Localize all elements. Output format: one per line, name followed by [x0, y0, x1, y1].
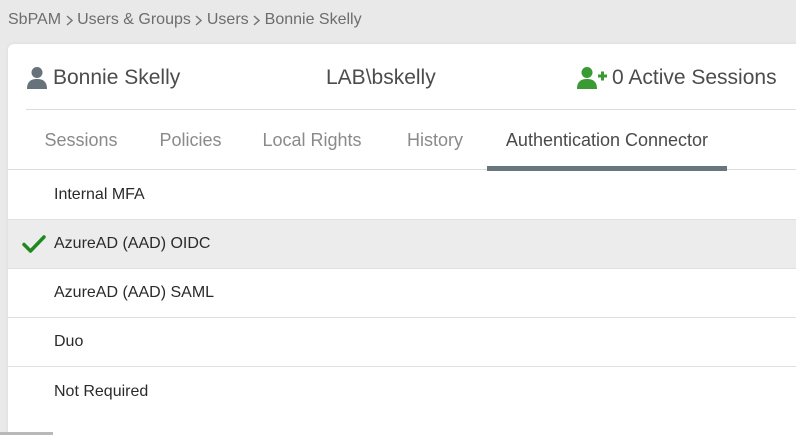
checkmark-icon [22, 234, 46, 254]
connector-option-not-required[interactable]: Not Required [8, 367, 796, 416]
user-detail-card: Bonnie Skelly LAB\bskelly 0 Active Sessi… [8, 44, 796, 435]
connector-option-azuread-saml[interactable]: AzureAD (AAD) SAML [8, 269, 796, 318]
breadcrumb-users-groups[interactable]: Users & Groups [77, 11, 191, 29]
user-header: Bonnie Skelly LAB\bskelly 0 Active Sessi… [8, 44, 796, 110]
connector-label: Internal MFA [54, 186, 145, 203]
tab-bar: Sessions Policies Local Rights History A… [8, 110, 796, 171]
tab-history[interactable]: History [406, 110, 464, 170]
connector-label: AzureAD (AAD) SAML [54, 284, 215, 301]
chevron-right-icon [61, 14, 77, 26]
connector-list: Internal MFA AzureAD (AAD) OIDC AzureAD … [8, 171, 796, 416]
user-name-block: Bonnie Skelly [26, 66, 180, 90]
tab-authentication-connector[interactable]: Authentication Connector [487, 110, 727, 171]
breadcrumb: SbPAM Users & Groups Users Bonnie Skelly [8, 10, 362, 30]
chevron-right-icon [191, 14, 207, 26]
connector-option-internal-mfa[interactable]: Internal MFA [8, 171, 796, 220]
connector-label: Not Required [54, 382, 149, 400]
tab-local-rights[interactable]: Local Rights [262, 110, 361, 170]
breadcrumb-users[interactable]: Users [207, 11, 249, 29]
user-name: Bonnie Skelly [53, 66, 181, 89]
user-icon [26, 66, 48, 90]
active-sessions-label: 0 Active Sessions [612, 66, 777, 89]
active-sessions[interactable]: 0 Active Sessions [577, 66, 777, 90]
tab-sessions[interactable]: Sessions [44, 110, 117, 170]
breadcrumb-current-user: Bonnie Skelly [264, 11, 362, 28]
user-login: LAB\bskelly [326, 66, 436, 89]
tab-policies[interactable]: Policies [159, 110, 222, 170]
connector-option-azuread-oidc[interactable]: AzureAD (AAD) OIDC [8, 220, 796, 269]
user-plus-icon [577, 66, 607, 90]
connector-option-duo[interactable]: Duo [8, 318, 796, 367]
breadcrumb-sbpam[interactable]: SbPAM [8, 11, 61, 29]
connector-label: Duo [54, 333, 84, 350]
chevron-right-icon [249, 14, 265, 26]
connector-label: AzureAD (AAD) OIDC [54, 235, 211, 252]
